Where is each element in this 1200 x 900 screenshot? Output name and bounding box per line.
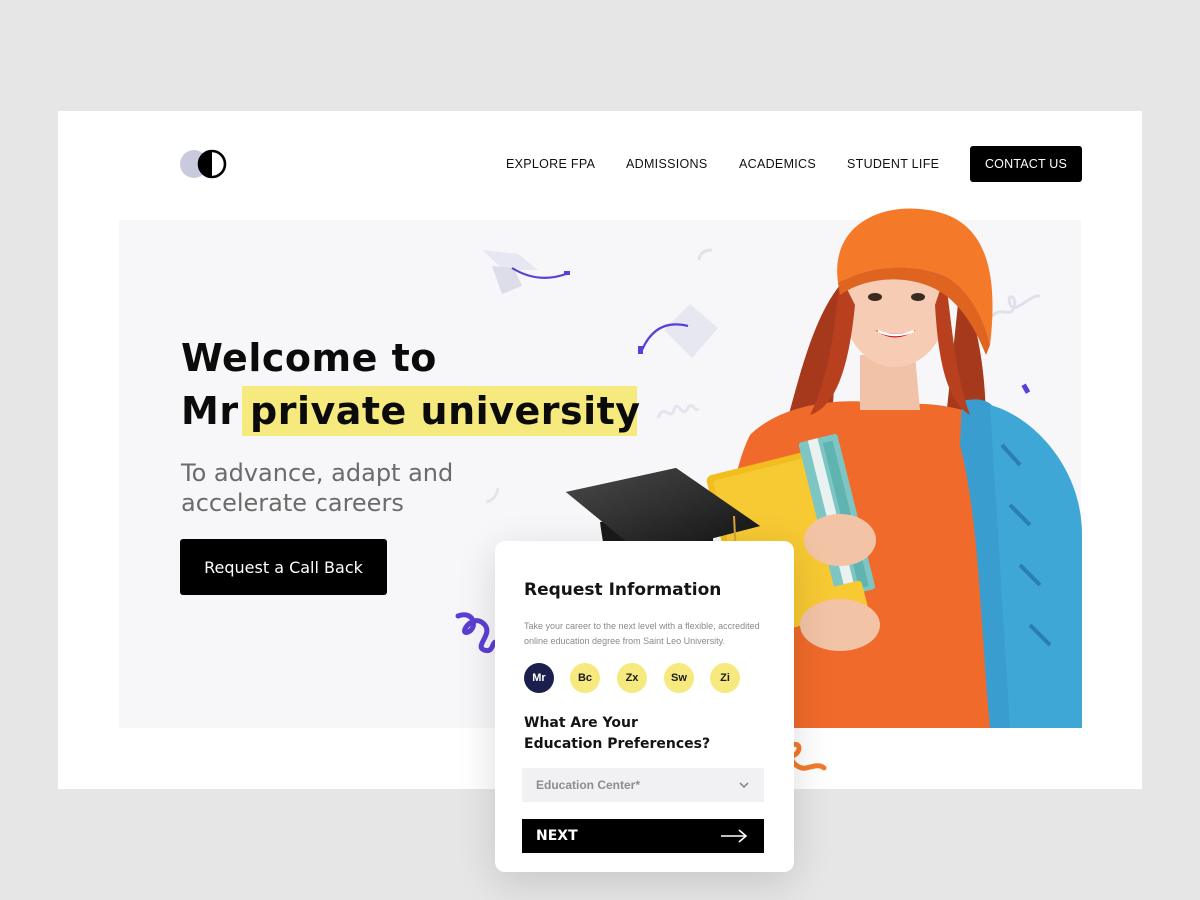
chevron-down-icon <box>739 782 749 789</box>
grad-cap-icon <box>482 250 570 294</box>
nav-student-life[interactable]: STUDENT LIFE <box>847 157 939 171</box>
preferences-question-line2: Education Preferences? <box>524 736 711 752</box>
hero-subtitle-line1: To advance, adapt and <box>181 459 454 487</box>
preferences-question-line1: What Are Your <box>524 715 638 731</box>
chip-bc[interactable]: Bc <box>570 663 600 693</box>
confetti-icon <box>485 487 500 504</box>
chip-zi[interactable]: Zi <box>710 663 740 693</box>
next-button[interactable]: NEXT <box>522 819 764 853</box>
chip-zx[interactable]: Zx <box>617 663 647 693</box>
request-call-back-button[interactable]: Request a Call Back <box>180 539 387 595</box>
hero-title-line1: Welcome to <box>181 336 437 380</box>
chip-sw[interactable]: Sw <box>664 663 694 693</box>
hero-subtitle-line2: accelerate careers <box>181 489 404 517</box>
card-description: Take your career to the next level with … <box>524 621 760 646</box>
hero-title-prefix: Mr <box>181 389 239 433</box>
nav-admissions[interactable]: ADMISSIONS <box>626 157 708 171</box>
education-center-select[interactable]: Education Center* <box>522 768 764 802</box>
next-label: NEXT <box>536 828 578 844</box>
logo-icon[interactable] <box>180 149 228 181</box>
hero-title-highlight-text: private university <box>250 389 641 433</box>
select-placeholder: Education Center* <box>536 778 641 792</box>
chip-mr[interactable]: Mr <box>524 663 554 693</box>
contact-us-button[interactable]: CONTACT US <box>970 146 1082 182</box>
nav-academics[interactable]: ACADEMICS <box>739 157 816 171</box>
card-title: Request Information <box>524 580 722 600</box>
arrow-right-icon <box>721 829 748 843</box>
nav-explore-fpa[interactable]: EXPLORE FPA <box>506 157 595 171</box>
